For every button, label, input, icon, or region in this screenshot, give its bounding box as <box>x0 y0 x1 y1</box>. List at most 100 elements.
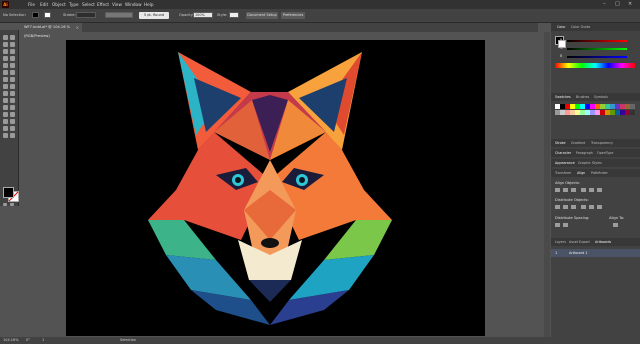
eyedropper-tool-icon[interactable] <box>10 105 15 110</box>
tab-character[interactable]: Character <box>555 149 571 157</box>
zoom-level[interactable]: 104.16% <box>3 338 19 343</box>
rotation-value[interactable]: 0° <box>26 338 30 343</box>
tab-pathfinder[interactable]: Pathfinder <box>591 169 608 177</box>
b-slider[interactable] <box>567 56 627 58</box>
menu-view[interactable]: View <box>112 1 122 8</box>
tab-transparency[interactable]: Transparency <box>591 139 613 147</box>
artboard-canvas[interactable] <box>66 40 485 336</box>
menu-type[interactable]: Type <box>69 1 79 8</box>
symbol-sprayer-tool-icon[interactable] <box>10 112 15 117</box>
align-right-icon[interactable] <box>571 188 576 192</box>
tab-gradient[interactable]: Gradient <box>571 139 585 147</box>
drawing-mode-icon[interactable] <box>10 203 14 206</box>
menu-object[interactable]: Object <box>52 1 66 8</box>
brush-definition-dropdown[interactable]: 5 pt. Round <box>139 12 169 19</box>
distribute-hcenter-icon[interactable] <box>589 205 594 209</box>
minimize-icon[interactable]: – <box>603 1 606 8</box>
rotate-tool-icon[interactable] <box>10 77 15 82</box>
distribute-left-icon[interactable] <box>581 205 586 209</box>
menu-file[interactable]: File <box>28 1 35 8</box>
eraser-tool-icon[interactable] <box>3 77 8 82</box>
tab-brushes[interactable]: Brushes <box>576 93 589 101</box>
maximize-icon[interactable]: □ <box>615 1 620 8</box>
pen-tool-icon[interactable] <box>3 49 8 54</box>
align-top-icon[interactable] <box>581 188 586 192</box>
distribute-vcenter-icon[interactable] <box>563 205 568 209</box>
opacity-field[interactable]: 100% <box>193 12 213 18</box>
fill-swatch[interactable] <box>3 187 14 198</box>
tab-paragraph[interactable]: Paragraph <box>576 149 593 157</box>
distribute-right-icon[interactable] <box>597 205 602 209</box>
selection-tool-icon[interactable] <box>3 35 8 40</box>
swatch-chip[interactable] <box>630 104 635 109</box>
distribute-bottom-icon[interactable] <box>571 205 576 209</box>
artboard-list-item[interactable]: 1 Artboard 1 <box>551 249 640 257</box>
scale-tool-icon[interactable] <box>3 84 8 89</box>
free-transform-tool-icon[interactable] <box>3 91 8 96</box>
graphic-style-picker[interactable] <box>229 12 239 18</box>
tab-swatches[interactable]: Swatches <box>555 93 571 101</box>
horizontal-spacing-icon[interactable] <box>563 223 568 227</box>
vertical-spacing-icon[interactable] <box>555 223 560 227</box>
vertical-scrollbar[interactable] <box>544 32 550 337</box>
shaper-tool-icon[interactable] <box>3 70 8 75</box>
width-tool-icon[interactable] <box>10 84 15 89</box>
paintbrush-tool-icon[interactable] <box>10 63 15 68</box>
menu-help[interactable]: Help <box>144 1 154 8</box>
blend-tool-icon[interactable] <box>3 112 8 117</box>
shape-builder-tool-icon[interactable] <box>10 91 15 96</box>
align-to-icon[interactable] <box>613 223 618 227</box>
tab-asset-export[interactable]: Asset Export <box>569 238 590 246</box>
tab-symbols[interactable]: Symbols <box>594 93 608 101</box>
tab-layers[interactable]: Layers <box>555 238 566 246</box>
swatch-chip[interactable] <box>630 110 635 115</box>
pencil-tool-icon[interactable] <box>10 70 15 75</box>
align-left-icon[interactable] <box>555 188 560 192</box>
tab-stroke[interactable]: Stroke <box>555 139 566 147</box>
menu-effect[interactable]: Effect <box>97 1 109 8</box>
tab-align[interactable]: Align <box>577 169 585 177</box>
tab-graphic-styles[interactable]: Graphic Styles <box>578 159 602 167</box>
artboard-navigator[interactable]: 1 <box>42 338 44 343</box>
document-setup-button[interactable]: Document Setup <box>246 12 278 19</box>
stroke-color-control[interactable] <box>44 12 51 18</box>
tab-color-guide[interactable]: Color Guide <box>571 23 590 31</box>
curvature-tool-icon[interactable] <box>10 49 15 54</box>
tab-opentype[interactable]: OpenType <box>597 149 613 157</box>
tab-close-icon[interactable]: × <box>76 23 79 32</box>
align-bottom-icon[interactable] <box>597 188 602 192</box>
tab-artboards[interactable]: Artboards <box>595 238 611 246</box>
gradient-tool-icon[interactable] <box>3 105 8 110</box>
g-slider[interactable] <box>567 48 627 50</box>
column-graph-tool-icon[interactable] <box>3 119 8 124</box>
r-slider[interactable] <box>567 40 627 42</box>
close-icon[interactable]: × <box>628 1 632 8</box>
menu-window[interactable]: Window <box>125 1 142 8</box>
perspective-grid-tool-icon[interactable] <box>3 98 8 103</box>
stroke-weight-field[interactable] <box>76 12 96 18</box>
align-vcenter-icon[interactable] <box>589 188 594 192</box>
fill-color-control[interactable] <box>32 12 39 18</box>
hand-tool-icon[interactable] <box>10 126 15 131</box>
lasso-tool-icon[interactable] <box>10 42 15 47</box>
direct-selection-tool-icon[interactable] <box>10 35 15 40</box>
artboard-tool-icon[interactable] <box>10 119 15 124</box>
slice-tool-icon[interactable] <box>3 126 8 131</box>
tab-transform[interactable]: Transform <box>555 169 571 177</box>
line-tool-icon[interactable] <box>10 56 15 61</box>
type-tool-icon[interactable] <box>3 56 8 61</box>
tab-color[interactable]: Color <box>557 23 566 31</box>
menu-edit[interactable]: Edit <box>40 1 48 8</box>
align-hcenter-icon[interactable] <box>563 188 568 192</box>
mesh-tool-icon[interactable] <box>10 98 15 103</box>
color-spectrum[interactable] <box>555 63 635 68</box>
variable-width-field[interactable] <box>105 12 133 18</box>
preferences-button[interactable]: Preferences <box>281 12 305 19</box>
rectangle-tool-icon[interactable] <box>3 63 8 68</box>
document-tab[interactable]: WF7.indd.ai* @ 104.16 % (RGB/Preview) × <box>18 23 82 38</box>
magic-wand-tool-icon[interactable] <box>3 42 8 47</box>
menu-select[interactable]: Select <box>82 1 95 8</box>
distribute-top-icon[interactable] <box>555 205 560 209</box>
zoom-tool-icon[interactable] <box>3 133 8 138</box>
more-tools-icon[interactable] <box>10 133 15 138</box>
